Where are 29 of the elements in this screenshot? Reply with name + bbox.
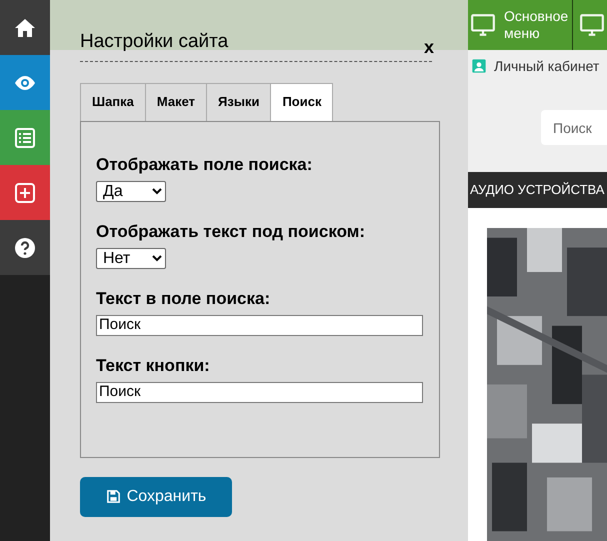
toolbar-button[interactable]: [573, 0, 607, 50]
text-field[interactable]: Поиск: [96, 382, 423, 402]
user-icon: [471, 58, 487, 74]
help-icon: [13, 236, 37, 260]
category-banner: АУДИО УСТРОЙСТВА: [468, 172, 607, 208]
field-label: Отображать поле поиска:: [96, 154, 312, 174]
field-label: Отображать текст под поиском:: [96, 222, 366, 242]
field-label: Текст в поле поиска:: [96, 288, 270, 308]
field-label: Текст кнопки:: [96, 356, 210, 376]
settings-tab[interactable]: Макет: [144, 82, 206, 120]
list-icon: [13, 126, 37, 150]
plus-icon: [13, 180, 37, 204]
monitor-icon: [470, 12, 496, 38]
toolbar-button[interactable]: Основное меню: [468, 0, 573, 50]
select-field[interactable]: Да: [96, 180, 166, 202]
nav-link[interactable]: Личный кабинет: [471, 56, 600, 76]
search-field[interactable]: Поиск: [541, 110, 607, 145]
dialog-title: Настройки сайта: [80, 30, 228, 54]
floppy-icon: [106, 489, 121, 504]
sidebar-button[interactable]: [0, 165, 50, 220]
sidebar-button[interactable]: [0, 220, 50, 275]
save-button[interactable]: Сохранить: [80, 476, 232, 516]
sidebar-button[interactable]: [0, 0, 50, 55]
settings-tab[interactable]: Шапка: [80, 82, 145, 120]
settings-tab[interactable]: Поиск: [270, 82, 334, 120]
close-button[interactable]: x: [424, 36, 434, 56]
monitor-icon: [579, 12, 605, 38]
text-field[interactable]: Поиск: [96, 314, 423, 336]
select-field[interactable]: Нет: [96, 248, 166, 268]
